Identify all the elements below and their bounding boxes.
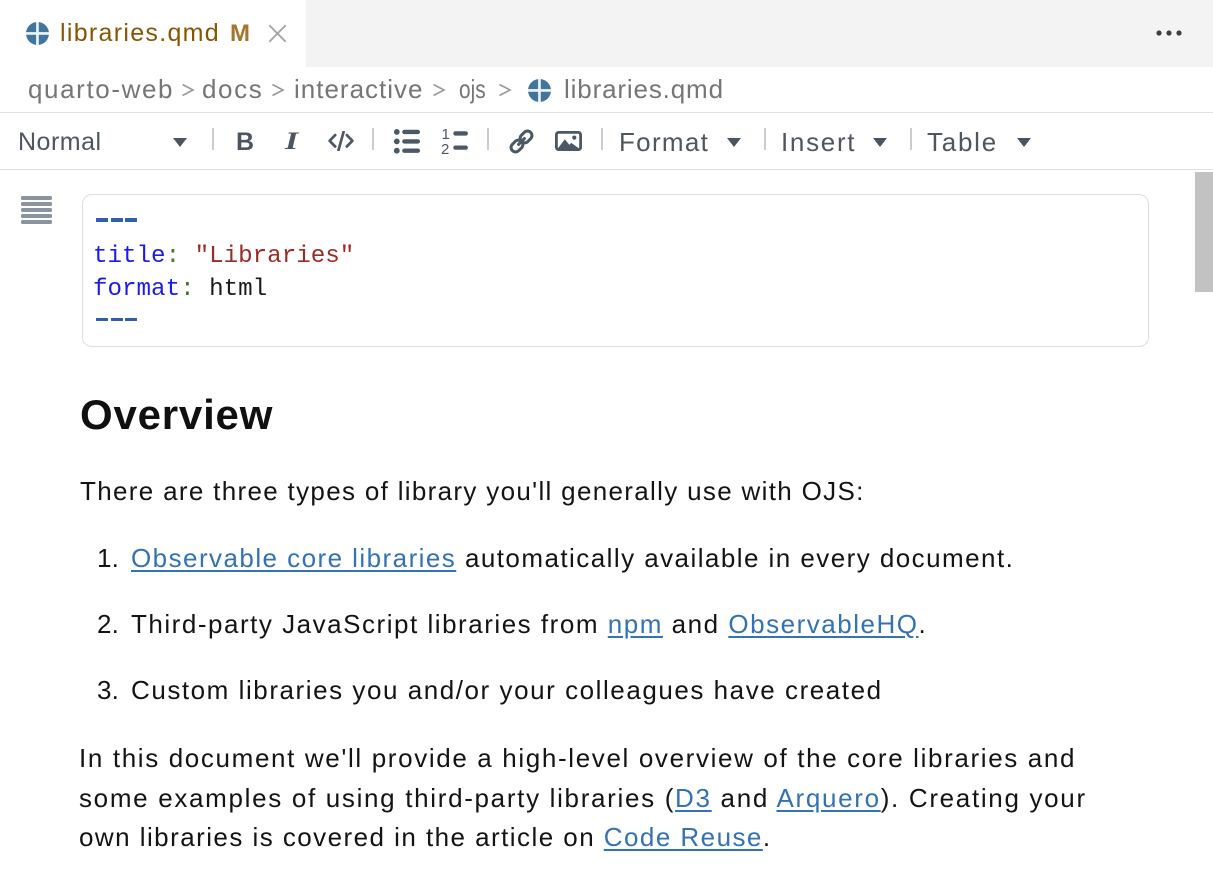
svg-text:2: 2 [441,141,449,155]
